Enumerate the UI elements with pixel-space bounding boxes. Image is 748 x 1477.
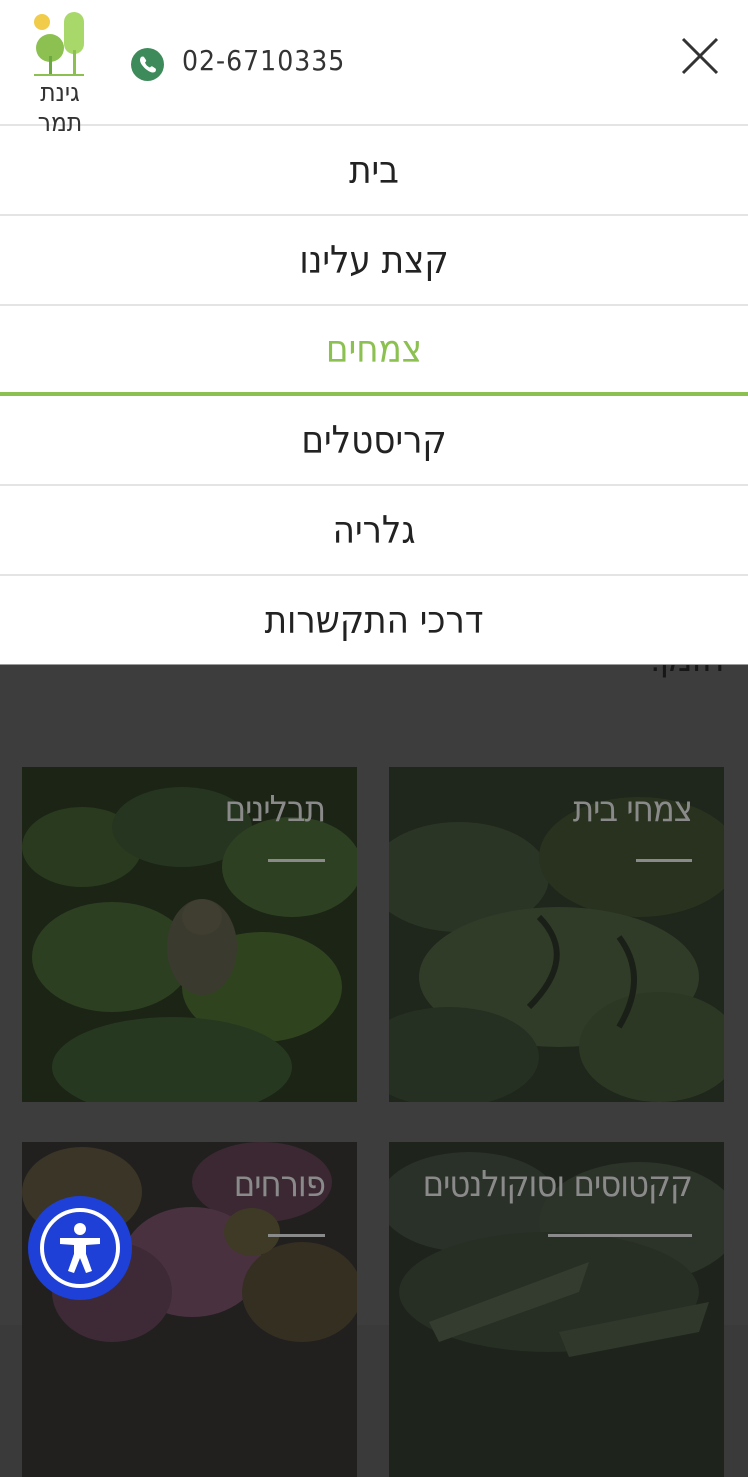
mobile-menu-panel: גינת תמר 02-6710335 בית קצת עלינו צמחים … xyxy=(0,0,748,665)
tile-title: צמחי בית xyxy=(572,789,693,830)
tile-title: תבלינים xyxy=(224,789,326,830)
close-icon[interactable] xyxy=(680,36,720,76)
tile-divider xyxy=(268,859,325,862)
tile-divider xyxy=(268,1234,325,1237)
nav-item-home[interactable]: בית xyxy=(0,126,748,216)
nav-item-gallery[interactable]: גלריה xyxy=(0,486,748,576)
nav-item-crystals[interactable]: קריסטלים xyxy=(0,396,748,486)
phone-number[interactable]: 02-6710335 xyxy=(182,44,345,77)
tile-title: קקטוסים וסוקולנטים xyxy=(422,1164,693,1205)
category-tile-succulents[interactable]: קקטוסים וסוקולנטים xyxy=(389,1142,724,1477)
phone-icon[interactable] xyxy=(131,48,164,81)
tile-title: פורחים xyxy=(233,1164,326,1205)
header-bar: גינת תמר 02-6710335 xyxy=(0,0,748,138)
category-tile-house-plants[interactable]: צמחי בית xyxy=(389,767,724,1102)
main-navigation: בית קצת עלינו צמחים קריסטלים גלריה דרכי … xyxy=(0,126,748,664)
nav-item-about[interactable]: קצת עלינו xyxy=(0,216,748,306)
tile-divider xyxy=(636,859,692,862)
category-tile-flowering[interactable]: פורחים xyxy=(22,1142,357,1477)
nav-item-contact[interactable]: דרכי התקשרות xyxy=(0,576,748,664)
nav-item-plants[interactable]: צמחים xyxy=(0,306,748,396)
tile-divider xyxy=(548,1234,692,1237)
accessibility-icon[interactable] xyxy=(28,1196,132,1300)
category-tile-spices[interactable]: תבלינים xyxy=(22,767,357,1102)
